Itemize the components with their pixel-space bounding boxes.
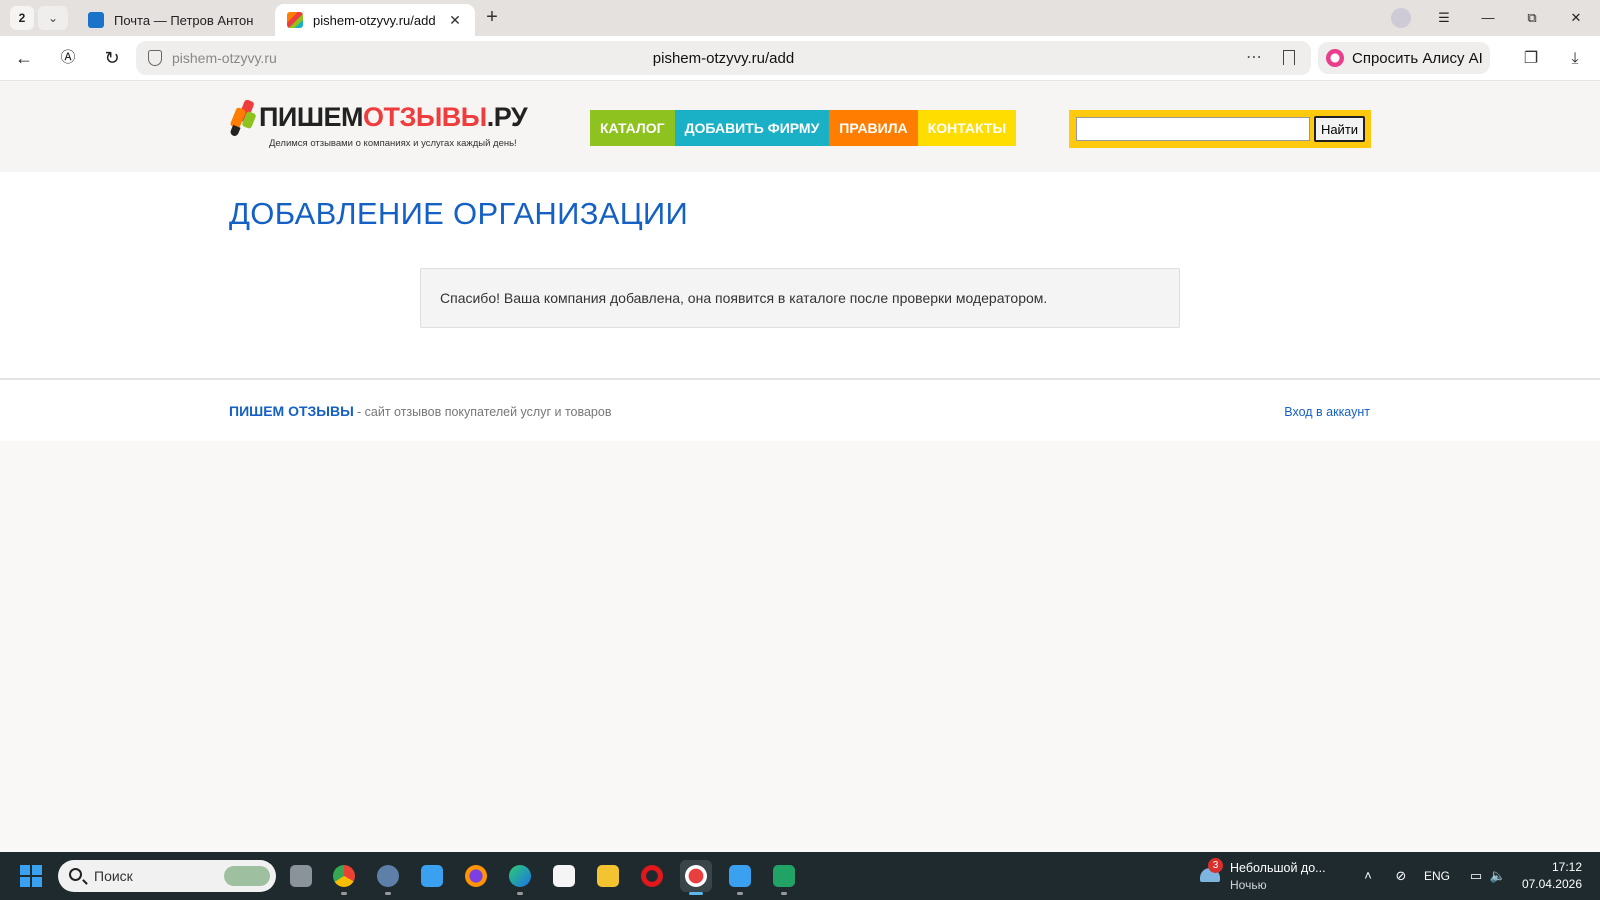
yandex-home-icon[interactable]: Ⓐ [54,44,82,72]
address-url[interactable]: pishem-otzyvy.ru/add [136,50,1311,67]
close-window-icon[interactable]: ✕ [1560,6,1592,30]
weather-line1: Небольшой до... [1230,861,1326,875]
ask-alice-button[interactable]: Спросить Алису AI [1318,42,1490,74]
volume-icon[interactable]: 🔈 [1488,866,1508,886]
browser-tab-bar: 2 ⌄ Почта — Петров Антон — pishem-otzyvy… [0,0,1600,36]
site-footer: ПИШЕМ ОТЗЫВЫ - сайт отзывов покупателей … [0,378,1600,441]
notepad-icon[interactable] [724,860,756,895]
weather-badge: 3 [1208,858,1223,873]
store-icon[interactable] [548,860,580,892]
login-link[interactable]: Вход в аккаунт [1284,405,1370,419]
new-tab-plus-icon[interactable]: + [480,6,504,30]
chevron-up-icon[interactable]: ˄ [1358,866,1378,886]
tab-title: Почта — Петров Антон — [114,12,256,28]
tab-count-button[interactable]: 2 [10,6,34,30]
taskbar-search-box[interactable]: Поиск [58,860,276,892]
tab-title: pishem-otzyvy.ru/add [313,12,436,28]
footer-brand[interactable]: ПИШЕМ ОТЗЫВЫ [229,403,354,419]
windows-taskbar: Поиск 3 Небольшой до... Ночью ˄ ⊘ ENG ▭ … [0,852,1600,900]
menu-contacts[interactable]: КОНТАКТЫ [917,110,1017,146]
profile-avatar-icon[interactable] [1391,8,1411,28]
logo-wordmark: ПИШЕМОТЗЫВЫ.РУ [259,102,528,132]
windows-start-icon[interactable] [20,865,42,887]
footer-description: - сайт отзывов покупателей услуг и товар… [357,405,612,419]
browser-menu-icon[interactable]: ☰ [1428,6,1460,30]
site-search-form: Найти [1069,110,1371,148]
more-dots-icon[interactable]: ⋯ [1246,47,1263,67]
ask-alice-label: Спросить Алису AI [1352,49,1483,67]
site-logo[interactable]: ПИШЕМОТЗЫВЫ.РУ Делимся отзывами о компан… [229,98,534,154]
clock-date: 07.04.2026 [1521,877,1582,891]
display-icon[interactable]: ▭ [1466,866,1486,886]
task-view-icon[interactable] [285,860,317,892]
language-indicator[interactable]: ENG [1420,866,1454,886]
opera-icon[interactable] [636,860,668,892]
main-menu: КАТАЛОГ ДОБАВИТЬ ФИРМУ ПРАВИЛА КОНТАКТЫ [590,110,1017,146]
bookmark-icon[interactable] [1283,50,1295,65]
edge-icon[interactable] [504,860,536,895]
search-button[interactable]: Найти [1314,116,1365,142]
site-search-input[interactable] [1076,117,1310,141]
app-icon[interactable] [416,860,448,892]
network-off-icon[interactable]: ⊘ [1390,866,1412,886]
collections-icon[interactable]: ❐ [1518,46,1544,72]
reload-icon[interactable]: ↻ [98,44,126,72]
menu-add-company[interactable]: ДОБАВИТЬ ФИРМУ [674,110,830,146]
yandex-browser-icon[interactable] [680,860,712,895]
downloads-icon[interactable]: ⤓ [1562,46,1588,72]
menu-catalog[interactable]: КАТАЛОГ [590,110,675,146]
mail-icon [88,12,104,28]
system-clock[interactable]: 17:12 07.04.2026 [1522,859,1582,893]
back-arrow-icon[interactable]: ← [10,44,38,72]
spreadsheet-icon[interactable] [768,860,800,895]
main-content: ДОБАВЛЕНИЕ ОРГАНИЗАЦИИ Спасибо! Ваша ком… [0,172,1600,378]
browser-toolbar: ← Ⓐ ↻ pishem-otzyvy.ru pishem-otzyvy.ru/… [0,36,1600,81]
close-tab-icon[interactable]: ✕ [447,12,463,29]
search-icon [69,868,82,881]
tab-pishem-otzyvy[interactable]: pishem-otzyvy.ru/add ✕ [275,4,475,36]
firefox-icon[interactable] [460,860,492,892]
site-header: ПИШЕМОТЗЫВЫ.РУ Делимся отзывами о компан… [0,82,1600,172]
tab-mail[interactable]: Почта — Петров Антон — [76,4,268,36]
alice-icon [1326,49,1344,67]
taskbar-search-placeholder: Поиск [94,868,133,884]
restore-window-icon[interactable]: ⧉ [1516,6,1548,30]
pencil-logo-icon [229,98,257,138]
search-highlight-image [224,866,270,886]
site-favicon-icon [287,12,303,28]
address-bar[interactable]: pishem-otzyvy.ru pishem-otzyvy.ru/add ⋯ [136,41,1311,75]
minimize-icon[interactable]: — [1472,6,1504,30]
weather-line2: Ночью [1230,878,1267,892]
clock-time: 17:12 [1551,860,1582,874]
settings-icon[interactable] [372,860,404,895]
success-notice: Спасибо! Ваша компания добавлена, она по… [420,268,1180,328]
file-explorer-icon[interactable] [592,860,624,892]
weather-widget[interactable]: 3 Небольшой до... Ночью [1198,858,1338,894]
page-title: ДОБАВЛЕНИЕ ОРГАНИЗАЦИИ [229,196,689,231]
menu-rules[interactable]: ПРАВИЛА [829,110,918,146]
chrome-icon[interactable] [328,860,360,895]
tab-list-chevron-icon[interactable]: ⌄ [38,6,68,30]
logo-tagline: Делимся отзывами о компаниях и услугах к… [269,138,517,149]
